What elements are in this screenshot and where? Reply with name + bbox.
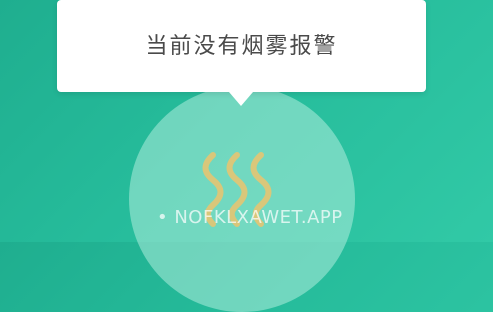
alarm-status-tooltip: 当前没有烟雾报警 xyxy=(57,0,426,92)
tooltip-arrow xyxy=(229,92,253,106)
watermark-text: • NOFKLXAWET.APP xyxy=(157,207,343,228)
alarm-status-message: 当前没有烟雾报警 xyxy=(145,34,338,59)
